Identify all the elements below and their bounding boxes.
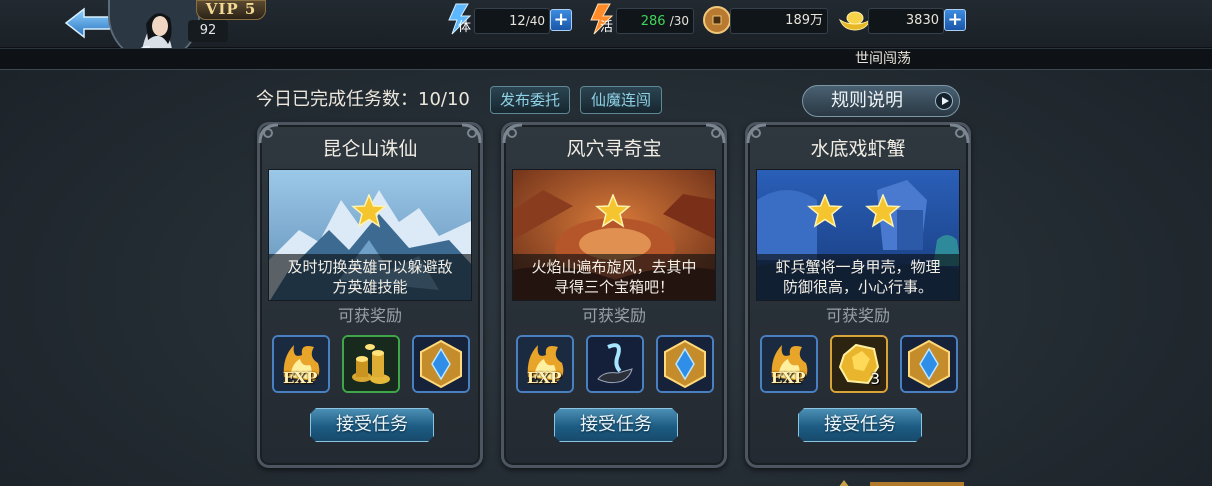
task-scene-image[interactable]: 火焰山遍布旋风，去其中 寻得三个宝箱吧！ <box>512 169 716 301</box>
star-icon <box>807 194 843 228</box>
exp-reward-icon[interactable]: EXP <box>760 335 818 393</box>
task-description-line: 虾兵蟹将一身甲壳，物理 <box>775 258 941 276</box>
crystal-hexagon-icon <box>902 337 956 391</box>
player-level: 92 <box>188 20 228 42</box>
stamina-counter: 12/40 <box>474 8 550 34</box>
task-description-line: 火焰山遍布旋风，去其中 <box>531 258 697 276</box>
coins-value: 189万 <box>785 13 823 28</box>
star-icon <box>865 194 901 228</box>
location-strip: 世间闯荡 <box>0 48 1212 70</box>
task-title: 昆仑山诛仙 <box>322 138 418 160</box>
magic-lamp-reward-icon[interactable] <box>586 335 644 393</box>
task-description: 火焰山遍布旋风，去其中 寻得三个宝箱吧！ <box>513 254 715 300</box>
crystal-hexagon-icon <box>414 337 468 391</box>
gold-counter: 3830 <box>868 8 944 34</box>
vitality-max: /30 <box>669 14 689 28</box>
vitality-value: 286 <box>640 14 666 29</box>
gold-coins-reward-icon[interactable] <box>342 335 400 393</box>
gold-value: 3830 <box>905 13 939 28</box>
gold-ingot-icon <box>838 11 872 31</box>
star-icon <box>351 194 387 228</box>
gold-stone-reward-icon[interactable]: 3 <box>830 335 888 393</box>
task-description: 及时切换英雄可以躲避敌 方英雄技能 <box>269 254 471 300</box>
stamina-value: 12 <box>509 14 526 29</box>
blue-crystal-reward-icon[interactable] <box>656 335 714 393</box>
task-description-line: 方英雄技能 <box>332 278 408 296</box>
top-bar: VIP 5 92 体 12/40 + 活 286 /30 189万 3830 + <box>0 0 1212 62</box>
exp-text: EXP <box>283 369 318 387</box>
crystal-hexagon-icon <box>658 337 712 391</box>
task-scene-image[interactable]: 及时切换英雄可以躲避敌 方英雄技能 <box>268 169 472 301</box>
add-gold-button[interactable]: + <box>944 9 966 31</box>
exp-reward-icon[interactable]: EXP <box>272 335 330 393</box>
task-scene-image[interactable]: 虾兵蟹将一身甲壳，物理 防御很高，小心行事。 <box>756 169 960 301</box>
blue-crystal-reward-icon[interactable] <box>900 335 958 393</box>
accept-task-button[interactable]: 接受任务 <box>554 408 678 442</box>
bottom-tab-edge-icon <box>839 480 964 486</box>
task-description-line: 防御很高，小心行事。 <box>782 278 933 296</box>
task-title: 风穴寻奇宝 <box>566 138 662 160</box>
blue-crystal-reward-icon[interactable] <box>412 335 470 393</box>
coins-counter: 189万 <box>730 8 828 34</box>
stamina-max: /40 <box>525 14 545 28</box>
vitality-counter: 286 /30 <box>616 8 694 34</box>
vitality-label: 活 <box>600 20 614 35</box>
exp-reward-icon[interactable]: EXP <box>516 335 574 393</box>
immortal-demon-challenge-button[interactable]: 仙魔连闯 <box>580 86 662 114</box>
task-card-kunlun: 昆仑山诛仙 及时切换英雄可以躲避敌 方英雄技能 可获奖励 EXP 接受任务 <box>257 122 483 468</box>
coin-pile-icon <box>344 337 398 391</box>
play-arrow-icon <box>935 92 953 110</box>
reward-count: 3 <box>870 370 880 388</box>
star-icon <box>595 194 631 228</box>
stamina-label: 体 <box>458 20 472 35</box>
publish-commission-button[interactable]: 发布委托 <box>490 86 570 114</box>
reward-label: 可获奖励 <box>337 306 402 325</box>
rules-button-label: 规则说明 <box>831 90 903 111</box>
task-card-underwater: 水底戏虾蟹 虾兵蟹将一身甲壳，物理 防御很高，小心行事。 可获奖励 EXP 3 … <box>745 122 971 468</box>
vip-badge: VIP 5 <box>196 0 266 20</box>
task-description-line: 寻得三个宝箱吧！ <box>553 278 674 296</box>
game-screen: VIP 5 92 体 12/40 + 活 286 /30 189万 3830 +… <box>0 0 1212 486</box>
exp-text: EXP <box>527 369 562 387</box>
accept-task-button[interactable]: 接受任务 <box>798 408 922 442</box>
magic-lamp-icon <box>588 337 642 391</box>
task-title: 水底戏虾蟹 <box>810 138 906 160</box>
add-stamina-button[interactable]: + <box>550 9 572 31</box>
back-arrow-icon[interactable] <box>62 6 114 40</box>
reward-label: 可获奖励 <box>581 306 646 325</box>
location-name: 世间闯荡 <box>855 51 911 67</box>
reward-label: 可获奖励 <box>825 306 890 325</box>
copper-coin-icon <box>703 6 731 34</box>
accept-task-button[interactable]: 接受任务 <box>310 408 434 442</box>
task-description: 虾兵蟹将一身甲壳，物理 防御很高，小心行事。 <box>757 254 959 300</box>
completed-tasks-count: 今日已完成任务数：10/10 <box>256 89 470 110</box>
task-description-line: 及时切换英雄可以躲避敌 <box>287 258 453 276</box>
task-card-wind-cave: 风穴寻奇宝 火焰山遍布旋风，去其中 寻得三个宝箱吧！ 可获奖励 EXP 接受任务 <box>501 122 727 468</box>
exp-text: EXP <box>771 369 806 387</box>
rules-button[interactable]: 规则说明 <box>802 85 960 117</box>
